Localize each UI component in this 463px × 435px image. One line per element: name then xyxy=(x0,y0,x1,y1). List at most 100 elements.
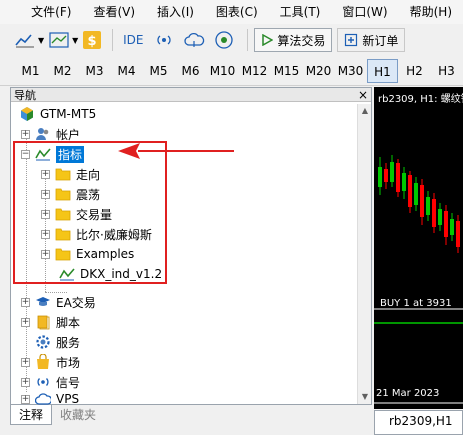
timeframe-m30[interactable]: M30 xyxy=(335,59,366,83)
candle-body xyxy=(378,167,382,187)
graduation-cap-icon xyxy=(35,294,51,310)
tree-item-scripts[interactable]: + 脚本 xyxy=(21,312,80,332)
algo-trading-label: 算法交易 xyxy=(277,33,326,48)
timeframe-h1[interactable]: H1 xyxy=(367,58,398,83)
menu-help[interactable]: 帮助(H) xyxy=(399,0,463,24)
chevron-down-icon: ▼ xyxy=(72,35,79,45)
tree-item-vps[interactable]: + VPS xyxy=(21,392,79,406)
timeframe-m10[interactable]: M10 xyxy=(207,59,238,83)
timeframe-m5[interactable]: M5 xyxy=(143,59,174,83)
broadcast-icon xyxy=(35,374,51,390)
expand-icon[interactable]: + xyxy=(21,129,30,139)
chart-tab[interactable]: rb2309,H1 xyxy=(374,410,463,435)
tree-root-label: GTM-MT5 xyxy=(40,107,97,121)
expand-icon[interactable]: + xyxy=(21,317,30,327)
market-button[interactable]: $ xyxy=(82,27,102,53)
new-order-button[interactable]: 新订单 xyxy=(337,28,406,52)
candle-body xyxy=(396,163,400,192)
menu-insert[interactable]: 插入(I) xyxy=(146,0,205,24)
candle-body xyxy=(408,175,412,207)
tree-item-label: 市场 xyxy=(56,355,81,370)
chevron-down-icon: ▼ xyxy=(38,35,45,45)
chart-type-button[interactable]: ▼ xyxy=(14,27,44,53)
tree-item-label: 信号 xyxy=(56,375,81,390)
community-icon xyxy=(215,31,233,49)
candle-body xyxy=(420,185,424,217)
play-icon xyxy=(262,34,274,46)
toolbar: ▼ ▼ $ IDE 算法交易 新订单 xyxy=(0,24,463,56)
broadcast-icon xyxy=(157,35,171,45)
candle-body xyxy=(438,209,442,225)
tree-item-label: 服务 xyxy=(56,335,81,350)
candle-body xyxy=(390,162,394,182)
menu-view[interactable]: 查看(V) xyxy=(82,0,146,24)
menu-window[interactable]: 窗口(W) xyxy=(331,0,398,24)
ide-label: IDE xyxy=(123,33,144,47)
timeframe-m3[interactable]: M3 xyxy=(79,59,110,83)
tree-item-market[interactable]: + 市场 xyxy=(21,352,80,372)
template-chart-icon xyxy=(49,32,69,48)
annotation-arrow-icon xyxy=(118,143,234,159)
community-button[interactable] xyxy=(211,27,237,53)
timeframe-m15[interactable]: M15 xyxy=(271,59,302,83)
candle-body xyxy=(402,173,406,191)
navigator-title: 导航 xyxy=(14,88,36,102)
templates-button[interactable]: ▼ xyxy=(48,27,78,53)
scroll-down-icon[interactable]: ▼ xyxy=(358,390,372,404)
svg-text:$: $ xyxy=(88,34,97,49)
candle-body xyxy=(414,183,418,205)
timeframe-m12[interactable]: M12 xyxy=(239,59,270,83)
expand-icon[interactable]: + xyxy=(21,297,30,307)
candle-body xyxy=(384,169,388,182)
chart-date-label: 21 Mar 2023 xyxy=(374,388,463,402)
tree-item-services[interactable]: 服务 xyxy=(35,332,80,352)
chart-separator xyxy=(374,402,463,404)
vps-button[interactable] xyxy=(181,27,207,53)
menu-tools[interactable]: 工具(T) xyxy=(269,0,332,24)
tree-item-expert-advisors[interactable]: + EA交易 xyxy=(21,292,96,312)
signals-button[interactable] xyxy=(151,27,177,53)
scroll-up-icon[interactable]: ▲ xyxy=(358,104,372,118)
candle-body xyxy=(456,221,460,247)
candle-body xyxy=(432,199,436,227)
timeframe-m1[interactable]: M1 xyxy=(15,59,46,83)
timeframe-m6[interactable]: M6 xyxy=(175,59,206,83)
candle-body xyxy=(426,197,430,215)
tab-favorites[interactable]: 收藏夹 xyxy=(52,405,104,425)
candle-body xyxy=(444,211,448,237)
timeframe-h3[interactable]: H3 xyxy=(431,59,462,83)
users-icon xyxy=(35,126,51,142)
candle-body xyxy=(450,219,454,235)
ide-button[interactable]: IDE xyxy=(119,27,147,53)
dollar-icon: $ xyxy=(83,31,102,49)
shopping-bag-icon xyxy=(35,354,51,370)
chart-window[interactable]: rb2309, H1: 螺纹钢 BUY 1 at 3931 xyxy=(374,87,463,409)
annotation-highlight-box xyxy=(13,141,167,284)
algo-trading-button[interactable]: 算法交易 xyxy=(254,28,333,52)
line-chart-icon xyxy=(15,34,34,48)
tab-comments[interactable]: 注释 xyxy=(10,405,53,425)
tree-root[interactable]: GTM-MT5 xyxy=(19,104,96,124)
toolbar-separator xyxy=(112,29,114,51)
tree-item-label: EA交易 xyxy=(56,295,96,310)
timeframe-bar: M1 M2 M3 M4 M5 M6 M10 M12 M15 M20 M30 H1… xyxy=(0,56,463,86)
plus-document-icon xyxy=(345,33,358,47)
close-icon[interactable]: × xyxy=(358,89,368,101)
tree-item-label: VPS xyxy=(56,392,80,406)
gear-icon xyxy=(35,334,51,350)
menu-charts[interactable]: 图表(C) xyxy=(205,0,269,24)
expand-icon[interactable]: + xyxy=(21,357,30,367)
navigator-tabs: 注释 收藏夹 xyxy=(10,405,372,435)
script-icon xyxy=(35,314,51,330)
expand-icon[interactable]: + xyxy=(21,377,30,387)
timeframe-m2[interactable]: M2 xyxy=(47,59,78,83)
timeframe-h2[interactable]: H2 xyxy=(399,59,430,83)
tree-item-signals[interactable]: + 信号 xyxy=(21,372,80,392)
timeframe-m20[interactable]: M20 xyxy=(303,59,334,83)
menu-file[interactable]: 文件(F) xyxy=(20,0,82,24)
tree-item-label: 脚本 xyxy=(56,315,81,330)
timeframe-m4[interactable]: M4 xyxy=(111,59,142,83)
navigator-scrollbar[interactable]: ▲ ▼ xyxy=(357,104,371,404)
new-order-label: 新订单 xyxy=(362,33,399,48)
expand-icon[interactable]: + xyxy=(21,394,30,404)
